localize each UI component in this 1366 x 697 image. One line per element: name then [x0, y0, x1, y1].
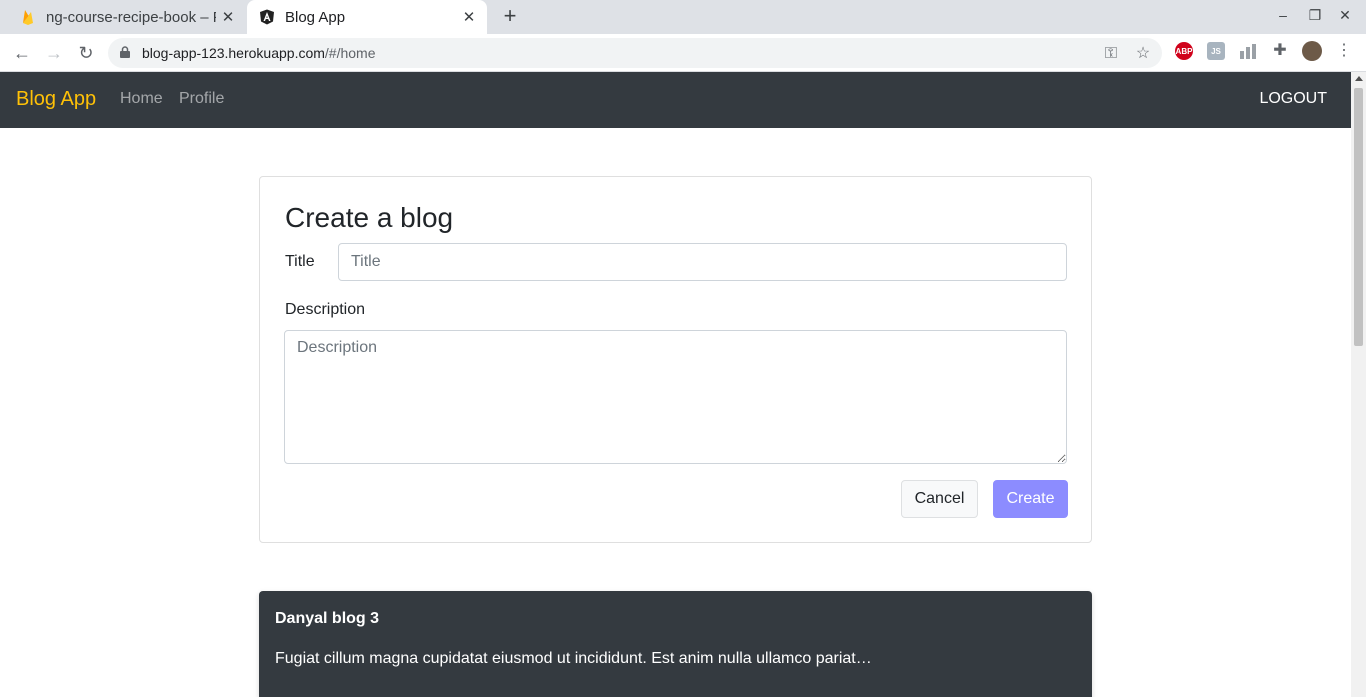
url-text: blog-app-123.herokuapp.com/#/home: [142, 45, 376, 61]
tab-title: Blog App: [285, 8, 346, 26]
browser-toolbar: ← → ↻ blog-app-123.herokuapp.com/#/home …: [0, 34, 1366, 72]
scroll-up-arrow-icon[interactable]: [1355, 76, 1363, 81]
firebase-icon: [23, 10, 33, 25]
back-icon[interactable]: ←: [10, 41, 34, 65]
title-input[interactable]: [338, 243, 1067, 281]
url-host: blog-app-123.herokuapp.com: [142, 45, 325, 61]
browser-tab-recipe-book[interactable]: ng-course-recipe-book – F ✕: [8, 0, 246, 34]
blog-post-title[interactable]: Danyal blog 3: [275, 610, 379, 628]
lock-icon: [120, 46, 130, 58]
menu-kebab-icon[interactable]: ⋮: [1335, 42, 1353, 60]
stats-extension-icon[interactable]: [1239, 42, 1257, 60]
app-navbar: Blog App Home Profile LOGOUT: [0, 72, 1351, 128]
title-label: Title: [285, 253, 315, 270]
logout-link[interactable]: LOGOUT: [1259, 90, 1327, 108]
brand-link[interactable]: Blog App: [16, 88, 96, 111]
restore-icon[interactable]: ❐: [1305, 7, 1325, 24]
reload-icon[interactable]: ↻: [74, 41, 98, 65]
nav-link-profile[interactable]: Profile: [179, 90, 224, 108]
close-tab-icon[interactable]: ✕: [457, 8, 481, 26]
description-textarea[interactable]: [284, 330, 1067, 464]
form-heading: Create a blog: [285, 202, 454, 233]
js-extension-icon[interactable]: JS: [1207, 42, 1225, 60]
page-viewport: Blog App Home Profile LOGOUT Create a bl…: [0, 72, 1351, 697]
avatar[interactable]: [1302, 41, 1322, 61]
browser-tab-strip: ng-course-recipe-book – F ✕ Blog App ✕ +…: [0, 0, 1366, 34]
star-icon[interactable]: ☆: [1134, 45, 1152, 63]
extensions-puzzle-icon[interactable]: ✚: [1271, 42, 1289, 60]
browser-tab-blog-app[interactable]: Blog App ✕: [247, 0, 487, 34]
page-scrollbar[interactable]: [1351, 72, 1366, 697]
scrollbar-thumb[interactable]: [1354, 88, 1363, 346]
new-tab-icon[interactable]: +: [498, 5, 522, 29]
create-button[interactable]: Create: [993, 480, 1068, 518]
adblock-icon[interactable]: ABP: [1175, 42, 1193, 60]
description-label: Description: [285, 301, 366, 318]
address-bar[interactable]: blog-app-123.herokuapp.com/#/home ⚿ ☆: [108, 38, 1162, 68]
key-icon[interactable]: ⚿: [1102, 45, 1120, 63]
angular-icon: [260, 9, 274, 25]
close-tab-icon[interactable]: ✕: [216, 8, 240, 26]
blog-post-excerpt: Fugiat cillum magna cupidatat eiusmod ut…: [275, 650, 872, 667]
window-close-icon[interactable]: ✕: [1335, 7, 1355, 24]
forward-icon[interactable]: →: [42, 41, 66, 65]
tab-title: ng-course-recipe-book – F: [46, 8, 216, 26]
blog-post-card[interactable]: Danyal blog 3 Fugiat cillum magna cupida…: [259, 591, 1092, 697]
cancel-button[interactable]: Cancel: [901, 480, 978, 518]
url-path: /#/home: [324, 45, 376, 61]
minimize-icon[interactable]: –: [1273, 7, 1293, 23]
nav-link-home[interactable]: Home: [120, 90, 163, 108]
create-blog-card: Create a blog Title Description Cancel C…: [259, 176, 1092, 543]
